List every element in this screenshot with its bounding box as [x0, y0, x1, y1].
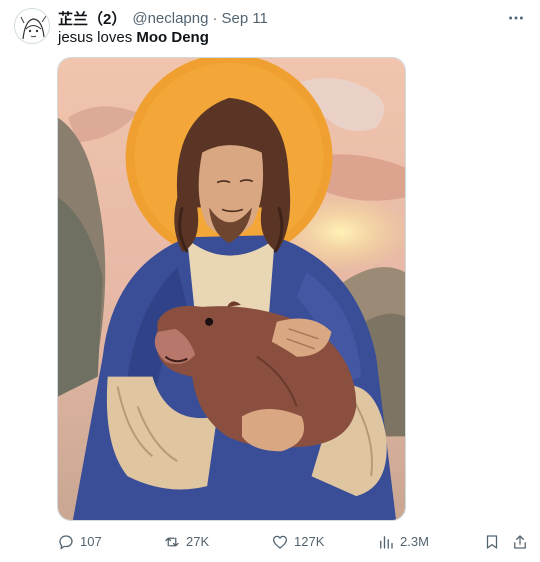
like-button[interactable]: 127K — [271, 531, 324, 553]
tweet-media[interactable] — [57, 57, 406, 521]
avatar[interactable] — [14, 8, 50, 44]
jesus-holding-hippo-illustration — [58, 58, 405, 520]
reply-count: 107 — [80, 534, 102, 549]
tweet-text-bold[interactable]: Moo Deng — [136, 29, 209, 46]
reply-button[interactable]: 107 — [57, 531, 102, 553]
display-name[interactable]: 芷兰（2） — [58, 8, 126, 29]
avatar-image — [15, 9, 49, 43]
tweet-text: jesus loves Moo Deng — [58, 28, 209, 48]
heart-icon — [272, 535, 288, 549]
tweet-text-plain: jesus loves — [58, 29, 137, 46]
reply-icon — [59, 535, 73, 550]
separator-dot: · — [212, 9, 218, 27]
share-icon — [514, 535, 526, 549]
bookmark-button[interactable] — [483, 531, 506, 553]
tweet-header: 芷兰（2） @neclapng · Sep 11 — [58, 8, 268, 28]
bookmark-icon — [486, 535, 498, 549]
tweet: 芷兰（2） @neclapng · Sep 11 jesus loves Moo… — [0, 0, 540, 562]
more-button[interactable] — [506, 8, 526, 28]
views-icon — [380, 536, 393, 549]
views-count: 2.3M — [400, 534, 429, 549]
handle[interactable]: @neclapng — [132, 10, 208, 27]
like-count: 127K — [294, 534, 325, 549]
views-button[interactable]: 2.3M — [377, 531, 429, 553]
more-dots-icon — [509, 16, 523, 20]
repost-icon — [165, 537, 179, 547]
repost-button[interactable]: 27K — [163, 531, 209, 553]
repost-count: 27K — [186, 534, 210, 549]
share-button[interactable] — [511, 531, 534, 553]
tweet-date[interactable]: Sep 11 — [221, 10, 267, 27]
action-bar: 107 27K 127K 2.3M — [57, 531, 530, 553]
